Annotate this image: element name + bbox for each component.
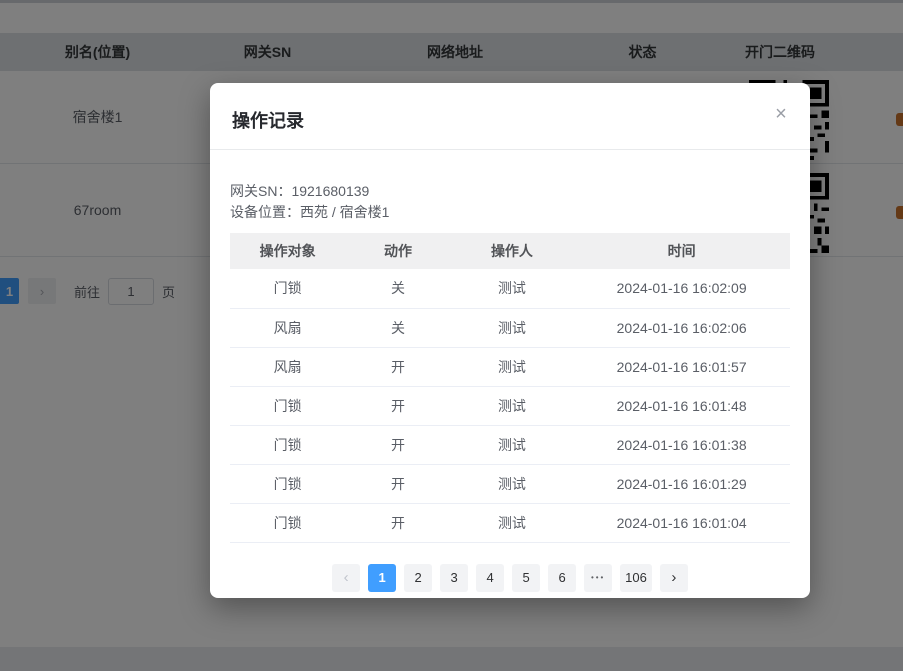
page-button-5[interactable]: 5	[512, 564, 540, 592]
dialog-body: 网关SN：1921680139 设备位置：西苑 / 宿舍楼1 操作对象 动作 操…	[210, 150, 810, 592]
cell-target: 风扇	[230, 347, 345, 386]
cell-time: 2024-01-16 16:01:04	[573, 503, 790, 542]
table-header-row: 操作对象 动作 操作人 时间	[230, 233, 790, 269]
cell-time: 2024-01-16 16:01:38	[573, 425, 790, 464]
page-button-1[interactable]: 1	[368, 564, 396, 592]
record-pagination: ‹ 1 2 3 4 5 6 ••• 106 ›	[230, 564, 790, 592]
operation-record-table: 操作对象 动作 操作人 时间 门锁 关 测试 2024-01-16 16:02:…	[230, 233, 790, 543]
cell-action: 关	[345, 269, 450, 308]
dialog-title: 操作记录	[232, 111, 304, 131]
cell-action: 开	[345, 503, 450, 542]
operation-record-dialog: 操作记录 × 网关SN：1921680139 设备位置：西苑 / 宿舍楼1 操作…	[210, 83, 810, 598]
cell-operator: 测试	[451, 464, 574, 503]
cell-action: 开	[345, 425, 450, 464]
gateway-sn-label: 网关SN：	[230, 183, 291, 199]
table-row: 风扇 开 测试 2024-01-16 16:01:57	[230, 347, 790, 386]
page-button-106[interactable]: 106	[620, 564, 652, 592]
cell-operator: 测试	[451, 425, 574, 464]
cell-target: 门锁	[230, 386, 345, 425]
cell-target: 门锁	[230, 425, 345, 464]
col-header-target: 操作对象	[230, 233, 345, 269]
col-header-time: 时间	[573, 233, 790, 269]
cell-operator: 测试	[451, 269, 574, 308]
cell-action: 开	[345, 386, 450, 425]
device-location-line: 设备位置：西苑 / 宿舍楼1	[230, 202, 790, 222]
table-row: 门锁 开 测试 2024-01-16 16:01:38	[230, 425, 790, 464]
cell-time: 2024-01-16 16:01:57	[573, 347, 790, 386]
cell-target: 门锁	[230, 269, 345, 308]
cell-target: 门锁	[230, 464, 345, 503]
col-header-action: 动作	[345, 233, 450, 269]
table-row: 门锁 开 测试 2024-01-16 16:01:04	[230, 503, 790, 542]
dialog-header: 操作记录 ×	[210, 83, 810, 150]
table-row: 门锁 关 测试 2024-01-16 16:02:09	[230, 269, 790, 308]
next-page-button[interactable]: ›	[660, 564, 688, 592]
table-row: 门锁 开 测试 2024-01-16 16:01:29	[230, 464, 790, 503]
cell-target: 风扇	[230, 308, 345, 347]
cell-action: 开	[345, 464, 450, 503]
page-button-2[interactable]: 2	[404, 564, 432, 592]
cell-operator: 测试	[451, 386, 574, 425]
gateway-sn-line: 网关SN：1921680139	[230, 181, 790, 201]
gateway-sn-value: 1921680139	[291, 183, 369, 199]
more-pages-ellipsis[interactable]: •••	[584, 564, 612, 592]
cell-target: 门锁	[230, 503, 345, 542]
cell-time: 2024-01-16 16:01:29	[573, 464, 790, 503]
cell-time: 2024-01-16 16:01:48	[573, 386, 790, 425]
table-row: 风扇 关 测试 2024-01-16 16:02:06	[230, 308, 790, 347]
col-header-operator: 操作人	[451, 233, 574, 269]
table-row: 门锁 开 测试 2024-01-16 16:01:48	[230, 386, 790, 425]
device-location-label: 设备位置：	[230, 204, 300, 220]
cell-operator: 测试	[451, 308, 574, 347]
close-icon[interactable]: ×	[770, 103, 792, 125]
cell-operator: 测试	[451, 503, 574, 542]
page-button-6[interactable]: 6	[548, 564, 576, 592]
cell-time: 2024-01-16 16:02:06	[573, 308, 790, 347]
cell-operator: 测试	[451, 347, 574, 386]
device-location-value: 西苑 / 宿舍楼1	[300, 204, 389, 220]
page-button-4[interactable]: 4	[476, 564, 504, 592]
prev-page-button[interactable]: ‹	[332, 564, 360, 592]
cell-time: 2024-01-16 16:02:09	[573, 269, 790, 308]
cell-action: 开	[345, 347, 450, 386]
cell-action: 关	[345, 308, 450, 347]
page-button-3[interactable]: 3	[440, 564, 468, 592]
